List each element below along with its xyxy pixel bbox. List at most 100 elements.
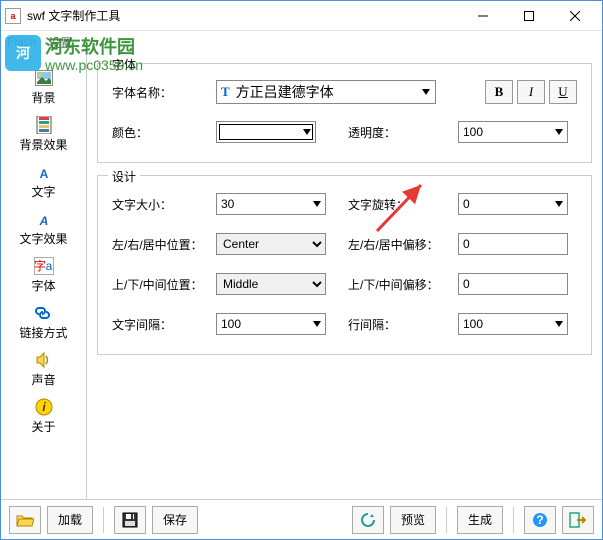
- opacity-label: 透明度：: [348, 124, 458, 141]
- film-icon: [34, 116, 54, 134]
- menubar: Flash 设置: [1, 31, 602, 53]
- floppy-button[interactable]: [114, 506, 146, 534]
- save-icon: [122, 512, 138, 528]
- font-style-buttons: B I U: [485, 80, 577, 104]
- help-icon: ?: [532, 512, 548, 528]
- underline-button[interactable]: U: [549, 80, 577, 104]
- font-name-combo[interactable]: Ƭ 方正吕建德字体: [216, 80, 436, 104]
- linespace-label: 行间隔：: [348, 316, 458, 333]
- halign-label: 左/右/居中位置：: [112, 236, 216, 253]
- italic-button[interactable]: I: [517, 80, 545, 104]
- sidebar-item-label: 文字: [31, 183, 55, 200]
- content-area: 背景 背景效果 A 文字 A 文字效果 字a 字体 链接方式: [1, 55, 602, 499]
- exit-button[interactable]: [562, 506, 594, 534]
- separator: [446, 507, 447, 533]
- voffset-input[interactable]: [458, 273, 568, 295]
- text-rotate-combo[interactable]: 0: [458, 193, 568, 215]
- sidebar-item-text[interactable]: A 文字: [6, 159, 82, 204]
- sidebar-item-label: 声音: [31, 371, 55, 388]
- color-label: 颜色：: [112, 124, 216, 141]
- preview-button[interactable]: 预览: [390, 506, 436, 534]
- titlebar: a swf 文字制作工具: [1, 1, 602, 31]
- preview-label: 预览: [401, 511, 425, 528]
- valign-label: 上/下/中间位置：: [112, 276, 216, 293]
- app-icon: a: [5, 8, 21, 24]
- font-name-value: 方正吕建德字体: [236, 82, 334, 102]
- sidebar-item-label: 文字效果: [19, 230, 67, 247]
- sidebar-item-label: 字体: [31, 277, 55, 294]
- maximize-button[interactable]: [506, 2, 552, 30]
- opacity-combo[interactable]: 100: [458, 121, 568, 143]
- design-group-title: 设计: [108, 168, 140, 185]
- app-window: a swf 文字制作工具 Flash 设置 河 河东软件园 www.pc0359…: [0, 0, 603, 540]
- sidebar-item-text-effect[interactable]: A 文字效果: [6, 206, 82, 251]
- opacity-value: 100: [463, 125, 483, 139]
- halign-select[interactable]: Center: [216, 233, 326, 255]
- text-rotate-label: 文字旋转：: [348, 196, 458, 213]
- image-icon: [34, 69, 54, 87]
- sidebar-item-font[interactable]: 字a 字体: [6, 253, 82, 298]
- sidebar-item-label: 背景: [31, 89, 55, 106]
- save-button[interactable]: 保存: [152, 506, 198, 534]
- folder-open-icon: [16, 513, 34, 527]
- charspace-label: 文字间隔：: [112, 316, 216, 333]
- close-button[interactable]: [552, 2, 598, 30]
- svg-text:字: 字: [34, 258, 46, 273]
- minimize-button[interactable]: [460, 2, 506, 30]
- hoffset-label: 左/右/居中偏移：: [348, 236, 458, 253]
- sidebar-item-background-effect[interactable]: 背景效果: [6, 112, 82, 157]
- linespace-value: 100: [463, 317, 483, 331]
- sidebar-item-link[interactable]: 链接方式: [6, 300, 82, 345]
- main-panel: 字体 字体名称： Ƭ 方正吕建德字体 B I U 颜色：: [87, 55, 602, 499]
- charspace-value: 100: [221, 317, 241, 331]
- font-group: 字体 字体名称： Ƭ 方正吕建德字体 B I U 颜色：: [97, 63, 592, 163]
- color-picker[interactable]: [216, 121, 316, 143]
- help-button[interactable]: ?: [524, 506, 556, 534]
- exit-icon: [569, 512, 587, 528]
- save-label: 保存: [163, 511, 187, 528]
- sidebar-item-sound[interactable]: 声音: [6, 347, 82, 392]
- svg-text:A: A: [39, 167, 48, 181]
- charspace-combo[interactable]: 100: [216, 313, 326, 335]
- speaker-icon: [34, 351, 54, 369]
- window-controls: [460, 2, 598, 30]
- text-size-value: 30: [221, 197, 234, 211]
- bottom-toolbar: 加载 保存 预览 生成 ?: [1, 499, 602, 539]
- load-label: 加载: [58, 511, 82, 528]
- font-name-label: 字体名称：: [112, 84, 216, 101]
- svg-text:?: ?: [536, 513, 543, 527]
- text-size-label: 文字大小：: [112, 196, 216, 213]
- sidebar-item-label: 链接方式: [19, 324, 67, 341]
- sidebar-item-background[interactable]: 背景: [6, 65, 82, 110]
- hoffset-input[interactable]: [458, 233, 568, 255]
- generate-button[interactable]: 生成: [457, 506, 503, 534]
- text-effect-icon: A: [34, 210, 54, 228]
- bold-button[interactable]: B: [485, 80, 513, 104]
- separator: [513, 507, 514, 533]
- generate-label: 生成: [468, 511, 492, 528]
- open-folder-button[interactable]: [9, 506, 41, 534]
- svg-text:a: a: [45, 259, 52, 273]
- sidebar: 背景 背景效果 A 文字 A 文字效果 字a 字体 链接方式: [1, 55, 87, 499]
- text-a-icon: A: [34, 163, 54, 181]
- color-swatch: [219, 124, 313, 140]
- load-button[interactable]: 加载: [47, 506, 93, 534]
- truetype-icon: Ƭ: [221, 84, 230, 100]
- sidebar-item-label: 背景效果: [19, 136, 67, 153]
- menu-settings[interactable]: 设置: [48, 34, 72, 51]
- font-icon: 字a: [34, 257, 54, 275]
- link-icon: [34, 304, 54, 322]
- text-size-combo[interactable]: 30: [216, 193, 326, 215]
- sidebar-item-about[interactable]: i 关于: [6, 394, 82, 439]
- info-icon: i: [34, 398, 54, 416]
- font-group-title: 字体: [108, 56, 140, 73]
- sidebar-item-label: 关于: [31, 418, 55, 435]
- refresh-button[interactable]: [352, 506, 384, 534]
- svg-text:A: A: [38, 214, 48, 228]
- linespace-combo[interactable]: 100: [458, 313, 568, 335]
- refresh-icon: [360, 512, 376, 528]
- window-title: swf 文字制作工具: [27, 7, 460, 24]
- menu-flash[interactable]: Flash: [7, 35, 36, 49]
- valign-select[interactable]: Middle: [216, 273, 326, 295]
- design-group: 设计 文字大小： 30 文字旋转： 0 左/右/居中位置： Center 左/右…: [97, 175, 592, 355]
